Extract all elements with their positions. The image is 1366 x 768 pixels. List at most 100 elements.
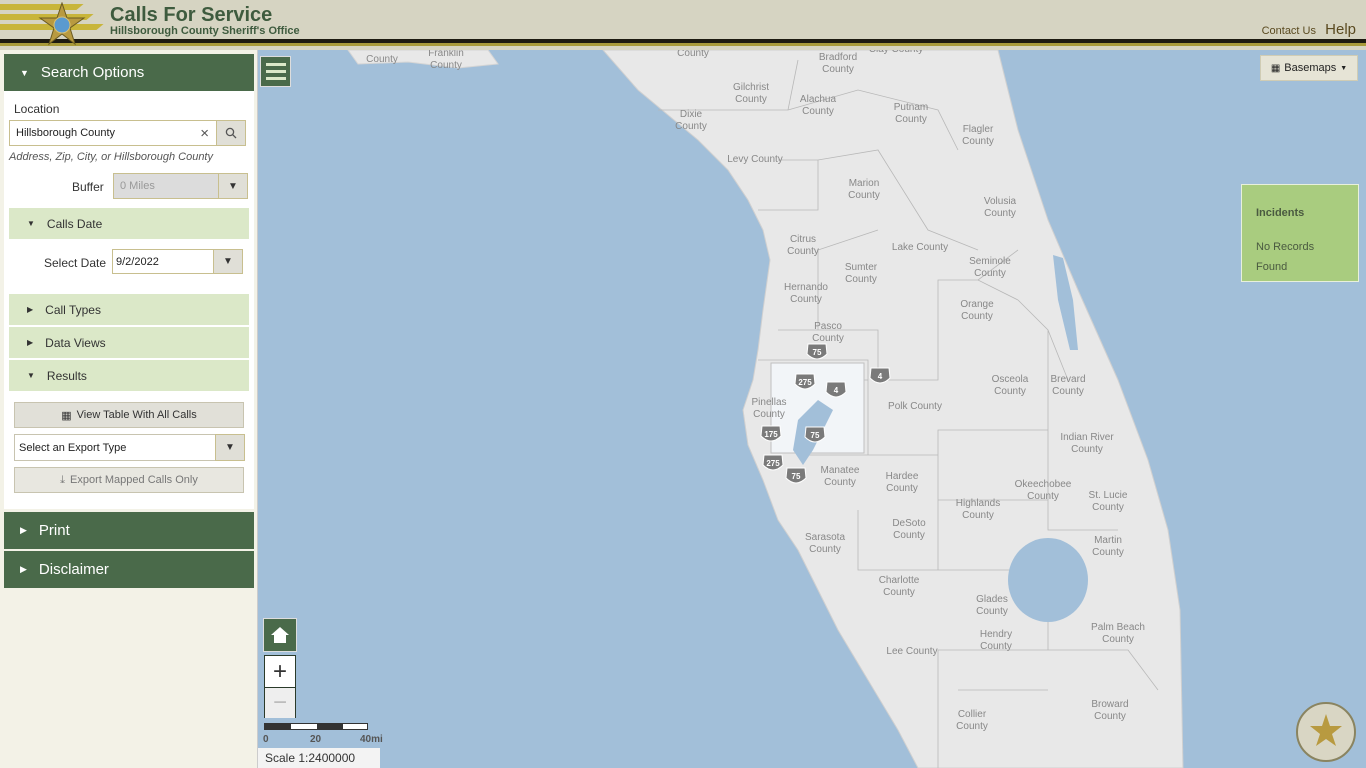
location-hint: Address, Zip, City, or Hillsborough Coun…	[9, 151, 213, 163]
help-link[interactable]: Help	[1325, 21, 1356, 38]
menu-button[interactable]	[260, 56, 291, 87]
caret-down-icon: ▼	[20, 67, 29, 78]
lake-okeechobee	[1008, 538, 1088, 622]
interstate-shield: 4	[869, 367, 891, 384]
svg-text:275: 275	[766, 459, 780, 468]
county-label: Alachua County	[800, 94, 837, 117]
download-icon: ⤓	[60, 473, 66, 486]
county-label: Citrus County	[787, 234, 819, 257]
county-label: Gilchrist County	[733, 82, 769, 105]
search-button[interactable]	[216, 120, 246, 146]
county-label: County	[366, 54, 398, 65]
county-label: Charlotte County	[879, 575, 920, 598]
view-table-button[interactable]: ▦ View Table With All Calls	[14, 402, 244, 428]
county-label: Levy County	[727, 154, 783, 165]
data-views-header[interactable]: ▶ Data Views	[9, 327, 249, 358]
county-label: County	[677, 50, 709, 59]
print-header[interactable]: ▶ Print	[4, 512, 254, 549]
sheriff-star-logo	[38, 2, 86, 46]
county-label: Manatee County	[821, 465, 860, 488]
county-label: Pinellas County	[751, 397, 786, 420]
county-label: Broward County	[1091, 699, 1128, 722]
button-label: Basemaps	[1284, 62, 1337, 74]
hamburger-icon	[265, 63, 286, 66]
caret-down-icon: ▼	[27, 219, 35, 228]
date-value: 9/2/2022	[116, 255, 159, 268]
caret-down-icon: ▼	[27, 371, 35, 380]
interstate-shield: 75	[804, 426, 826, 443]
county-label: Osceola County	[992, 374, 1029, 397]
date-picker[interactable]: 9/2/2022 ▼	[112, 249, 243, 274]
location-input[interactable]: Hillsborough County ×	[9, 120, 246, 146]
export-type-select[interactable]: Select an Export Type ▼	[14, 434, 245, 461]
chevron-down-icon: ▼	[218, 173, 248, 199]
panel-title: Disclaimer	[38, 561, 109, 578]
interstate-shield: 275	[762, 454, 784, 471]
search-icon	[225, 127, 237, 139]
chevron-down-icon: ▼	[215, 434, 245, 461]
scale-tick: 40mi	[360, 734, 383, 745]
svg-text:75: 75	[813, 348, 822, 357]
scale-bar	[264, 723, 368, 730]
interstate-shield: 175	[760, 425, 782, 442]
county-label: Sumter County	[845, 262, 878, 285]
contact-us-link[interactable]: Contact Us	[1262, 25, 1316, 37]
hamburger-icon	[265, 77, 286, 80]
interstate-shield: 275	[794, 373, 816, 390]
county-label: Putnam County	[894, 102, 928, 125]
county-label: Sarasota County	[805, 532, 845, 555]
home-button[interactable]	[263, 618, 297, 652]
basemaps-button[interactable]: ▦ Basemaps ▼	[1260, 55, 1358, 81]
county-label: Highlands County	[956, 498, 1000, 521]
county-label: Volusia County	[984, 196, 1017, 219]
gis-bureau-logo	[1296, 702, 1356, 762]
scale-tick: 0	[263, 734, 269, 745]
home-icon	[271, 627, 289, 643]
county-label: Martin County	[1092, 535, 1124, 558]
county-label: Lee County	[886, 646, 937, 657]
section-title: Results	[46, 368, 87, 383]
basemap[interactable]: County Franklin County County Bradford County…	[258, 50, 1366, 768]
grid-icon: ▦	[1270, 62, 1281, 74]
interstate-shield: 75	[806, 343, 828, 360]
app-title: Calls For Service	[110, 4, 273, 26]
export-mapped-button[interactable]: ⤓ Export Mapped Calls Only	[14, 467, 244, 493]
svg-text:75: 75	[811, 431, 820, 440]
svg-text:75: 75	[792, 472, 801, 481]
buffer-select[interactable]: 0 Miles ▼	[113, 173, 248, 199]
buffer-label: Buffer	[72, 180, 104, 194]
county-label: Glades County	[976, 594, 1008, 617]
search-options-body: Location Hillsborough County × Address, …	[4, 91, 254, 509]
caret-down-icon: ▼	[1340, 64, 1348, 72]
search-options-header[interactable]: ▼ Search Options	[4, 54, 254, 91]
caret-right-icon: ▶	[27, 338, 34, 347]
interstate-shield: 4	[825, 381, 847, 398]
panel-title: Search Options	[40, 64, 145, 81]
scale-tick: 20	[310, 734, 322, 745]
buffer-value: 0 Miles	[120, 180, 155, 192]
county-label: Pasco County	[812, 321, 844, 344]
caret-right-icon: ▶	[20, 525, 27, 535]
section-title: Calls Date	[46, 216, 103, 231]
zoom-in-button[interactable]: +	[265, 656, 295, 687]
clear-icon[interactable]: ×	[200, 125, 209, 142]
incidents-panel: Incidents No Records Found	[1241, 184, 1359, 282]
results-header[interactable]: ▼ Results	[9, 360, 249, 391]
svg-text:4: 4	[834, 386, 839, 395]
map-view[interactable]: County Franklin County County Bradford County…	[258, 50, 1366, 768]
panel-title: Print	[38, 522, 70, 539]
location-label: Location	[14, 102, 60, 116]
header-stripe	[0, 43, 1366, 46]
calls-date-header[interactable]: ▼ Calls Date	[9, 208, 249, 239]
county-label: St. Lucie County	[1089, 490, 1128, 513]
zoom-out-button[interactable]: −	[265, 687, 295, 718]
call-types-header[interactable]: ▶ Call Types	[9, 294, 249, 325]
header: Calls For Service Hillsborough County Sh…	[0, 0, 1366, 50]
county-label: Polk County	[888, 401, 942, 412]
section-title: Data Views	[45, 335, 106, 350]
county-label: DeSoto County	[892, 518, 926, 541]
disclaimer-header[interactable]: ▶ Disclaimer	[4, 551, 254, 588]
scale-readout: Scale 1:2400000	[258, 748, 380, 768]
svg-text:275: 275	[798, 378, 812, 387]
section-title: Call Types	[45, 302, 101, 317]
